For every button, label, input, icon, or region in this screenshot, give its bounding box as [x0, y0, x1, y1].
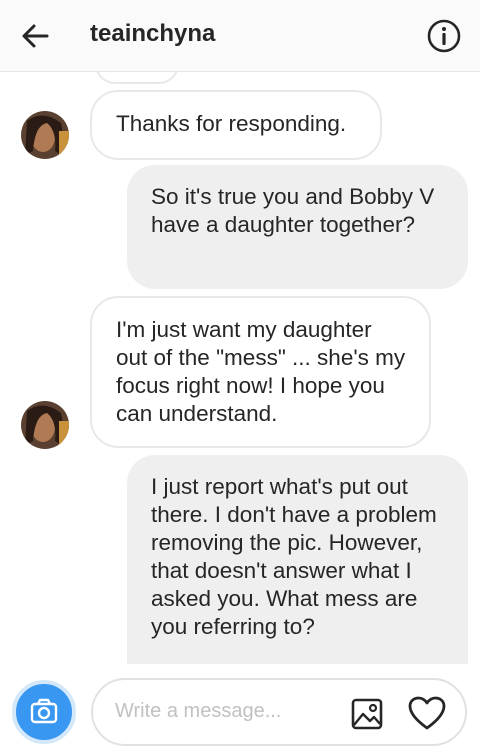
chat-header: teainchyna	[0, 0, 480, 72]
message-input-placeholder: Write a message...	[115, 700, 282, 722]
avatar[interactable]	[21, 111, 69, 159]
message-thread[interactable]: Thanks for responding. So it's true you …	[0, 72, 480, 664]
message-bubble-partial	[95, 72, 179, 84]
avatar-image	[21, 401, 69, 449]
message-bubble-outgoing[interactable]: So it's true you and Bobby V have a daug…	[127, 165, 468, 289]
message-text: I'm just want my daughter out of the "me…	[116, 317, 406, 426]
message-composer: Write a message...	[0, 664, 480, 755]
gallery-button[interactable]	[349, 696, 385, 732]
message-bubble-outgoing[interactable]: I just report what's put out there. I do…	[127, 455, 468, 664]
message-input[interactable]: Write a message...	[91, 678, 467, 746]
info-button[interactable]	[426, 18, 462, 54]
avatar[interactable]	[21, 401, 69, 449]
camera-button[interactable]	[12, 680, 76, 744]
message-text: I just report what's put out there. I do…	[151, 474, 437, 639]
image-icon	[351, 698, 383, 730]
heart-icon	[408, 696, 446, 730]
message-bubble-incoming[interactable]: Thanks for responding.	[90, 90, 382, 160]
like-button[interactable]	[407, 694, 447, 734]
message-text: Thanks for responding.	[116, 111, 347, 136]
camera-icon	[30, 698, 58, 724]
avatar-image	[21, 111, 69, 159]
back-button[interactable]	[18, 18, 54, 54]
message-text: So it's true you and Bobby V have a daug…	[151, 184, 435, 237]
arrow-left-icon	[22, 24, 49, 48]
info-circle-icon	[427, 19, 461, 53]
message-bubble-incoming[interactable]: I'm just want my daughter out of the "me…	[90, 296, 431, 448]
chat-username[interactable]: teainchyna	[90, 20, 215, 48]
